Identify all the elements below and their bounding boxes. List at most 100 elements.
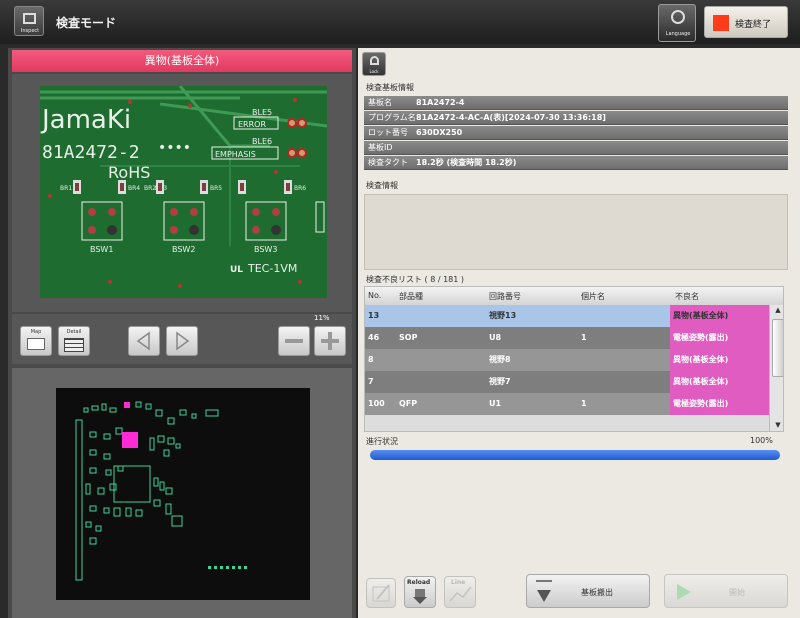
pcb-ble5-text: BLE5 — [252, 108, 272, 117]
inspect-square-icon — [23, 13, 36, 24]
cell-circuit: 視野8 — [489, 355, 511, 364]
minus-icon — [285, 339, 303, 343]
cell-no: 13 — [368, 311, 380, 320]
lock-icon — [370, 56, 379, 65]
pcb-br6-text: BR6 — [294, 185, 306, 192]
map-button-label: Map — [30, 329, 42, 335]
line-button[interactable]: Line — [444, 576, 476, 608]
arrow-right-icon — [176, 331, 190, 351]
map-icon — [27, 338, 45, 350]
lock-button[interactable]: Lock — [362, 52, 386, 76]
detail-button-label: Detail — [66, 329, 82, 335]
zoom-out-button[interactable] — [278, 326, 310, 356]
inspect-icon-label: Inspect — [20, 28, 40, 34]
pcb-brand-text: JamaKi — [40, 105, 131, 135]
top-bar: Inspect 検査モード Language 検査終了 — [0, 0, 800, 44]
unload-board-button[interactable]: 基板搬出 — [526, 574, 650, 608]
scroll-down-icon[interactable]: ▼ — [772, 421, 783, 431]
board-name-value: 81A2472-4 — [416, 98, 465, 107]
table-row[interactable]: 46 SOP U8 1 電極姿勢(露出) — [365, 327, 769, 349]
cell-part: QFP — [399, 399, 418, 408]
cell-no: 8 — [368, 355, 374, 364]
cell-defect: 電極姿勢(露出) — [670, 393, 769, 415]
board-id-key: 基板ID — [368, 143, 393, 152]
right-panel: Lock 検査基板情報 基板名 81A2472-4 プログラム名81A2472-4… — [358, 48, 800, 618]
table-row[interactable]: 13 視野13 異物(基板全体) — [365, 305, 769, 327]
table-row[interactable]: 100 QFP U1 1 電極姿勢(露出) — [365, 393, 769, 415]
scroll-up-icon[interactable]: ▲ — [772, 306, 783, 316]
end-inspection-button[interactable]: 検査終了 — [704, 6, 788, 38]
col-part-type: 部品種 — [399, 292, 423, 301]
lot-number-value: 630DX250 — [416, 128, 463, 137]
board-overview-map[interactable] — [56, 388, 310, 600]
board-name-row: 基板名 81A2472-4 — [364, 96, 788, 110]
cell-circuit: U1 — [489, 399, 502, 408]
reload-button[interactable]: Reload — [404, 576, 436, 608]
start-button[interactable]: 開始 — [664, 574, 788, 608]
table-header: No. 部品種 回路番号 個片名 不良名 — [365, 287, 783, 305]
cell-defect: 異物(基板全体) — [670, 371, 769, 393]
cell-no: 100 — [368, 399, 385, 408]
next-button[interactable] — [166, 326, 198, 356]
language-button[interactable]: Language — [658, 4, 696, 42]
arrow-left-icon — [136, 331, 150, 351]
plus-icon — [321, 332, 339, 350]
col-circuit: 回路番号 — [489, 292, 521, 301]
table-row[interactable]: 8 視野8 異物(基板全体) — [365, 349, 769, 371]
prev-button[interactable] — [128, 326, 160, 356]
table-row[interactable]: 7 視野7 異物(基板全体) — [365, 371, 769, 393]
pcb-image: JamaKi 81A2472-2 •••• RoHS BLE5 ERROR BL… — [40, 86, 327, 298]
unload-arrow-icon — [536, 580, 552, 602]
scroll-thumb[interactable] — [772, 319, 783, 377]
cell-piece: 1 — [581, 399, 587, 408]
pcb-emphasis-text: EMPHASIS — [215, 150, 256, 159]
detail-button[interactable]: Detail — [58, 326, 90, 356]
inspection-image-view[interactable]: JamaKi 81A2472-2 •••• RoHS BLE5 ERROR BL… — [12, 74, 352, 312]
board-id-row: 基板ID — [364, 141, 788, 155]
col-piece: 個片名 — [581, 292, 605, 301]
takt-key: 検査タクト — [368, 158, 408, 167]
board-info-heading: 検査基板情報 — [366, 83, 414, 92]
pcb-br5-text: BR5 — [210, 185, 222, 192]
pcb-bsw2-text: BSW2 — [172, 245, 195, 254]
table-icon — [64, 338, 84, 352]
zoom-in-button[interactable] — [314, 326, 346, 356]
cell-defect: 電極姿勢(露出) — [670, 327, 769, 349]
map-button[interactable]: Map — [20, 326, 52, 356]
view-control-strip: Map Detail 11% — [12, 314, 352, 364]
view-title: 異物(基板全体) — [12, 50, 352, 72]
progress-bar — [370, 450, 780, 460]
inspect-mode-icon[interactable]: Inspect — [14, 6, 44, 36]
cell-circuit: U8 — [489, 333, 502, 342]
play-icon — [677, 584, 691, 600]
lock-label: Lock — [369, 69, 379, 74]
pcb-bsw1-text: BSW1 — [90, 245, 113, 254]
cell-piece: 1 — [581, 333, 587, 342]
pcb-ul-mark: UL — [230, 265, 243, 275]
col-no: No. — [368, 291, 382, 300]
pcb-error-text: ERROR — [238, 120, 266, 129]
inspection-info-heading: 検査情報 — [366, 181, 398, 190]
globe-icon — [671, 10, 685, 24]
language-label: Language — [665, 31, 691, 37]
pcb-br4-text: BR4 — [128, 185, 140, 192]
cell-circuit: 視野13 — [489, 311, 517, 320]
pcb-rohs-text: RoHS — [108, 163, 150, 182]
defect-table: No. 部品種 回路番号 個片名 不良名 13 視野13 異物(基板全体) 46… — [364, 286, 784, 432]
edit-button[interactable] — [366, 578, 396, 608]
cell-circuit: 視野7 — [489, 377, 511, 386]
table-scrollbar[interactable]: ▲ ▼ — [769, 305, 783, 431]
line-label: Line — [451, 579, 466, 586]
mode-title: 検査モード — [56, 16, 117, 30]
unload-board-label: 基板搬出 — [581, 588, 613, 597]
progress-fill — [370, 450, 780, 460]
pcb-ble6-text: BLE6 — [252, 137, 272, 146]
pcb-bsw3-text: BSW3 — [254, 245, 277, 254]
stop-icon — [713, 15, 729, 31]
board-name-key: 基板名 — [368, 98, 392, 107]
cell-defect: 異物(基板全体) — [670, 305, 769, 327]
progress-label: 進行状況 — [366, 437, 398, 446]
col-defect: 不良名 — [675, 292, 699, 301]
takt-row: 検査タクト 18.2秒 (検査時間 18.2秒) — [364, 156, 788, 170]
end-inspection-label: 検査終了 — [735, 20, 772, 30]
